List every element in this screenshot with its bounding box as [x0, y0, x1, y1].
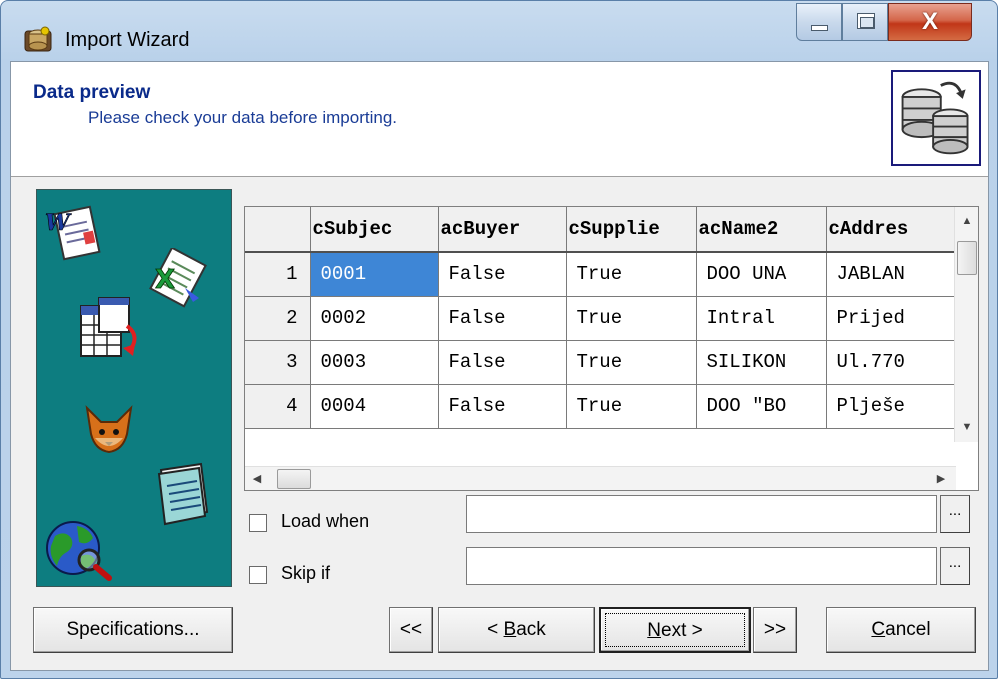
close-button[interactable]: X	[888, 3, 972, 41]
table-cell[interactable]: False	[438, 296, 567, 341]
column-header[interactable]: acBuyer	[438, 207, 567, 253]
back-label-prefix: <	[487, 619, 504, 640]
window-title: Import Wizard	[65, 29, 190, 51]
back-mnemonic: B	[503, 619, 517, 640]
column-header[interactable]: acName2	[696, 207, 827, 253]
table-cell[interactable]: Ul.770	[826, 340, 957, 385]
table-cell[interactable]: JABLAN	[826, 252, 957, 297]
row-number[interactable]: 2	[245, 296, 311, 341]
scroll-up-icon[interactable]: ▲	[955, 215, 978, 227]
scroll-right-icon[interactable]: ▶	[933, 472, 949, 485]
table-cell[interactable]: True	[566, 340, 697, 385]
title-bar[interactable]: Import Wizard X	[1, 1, 997, 61]
table-cell[interactable]: False	[438, 384, 567, 429]
row-number[interactable]: 4	[245, 384, 311, 429]
minimize-icon	[811, 25, 828, 31]
table-row: 1 0001 False True DOO UNA JABLAN	[245, 252, 957, 297]
column-header[interactable]: cAddres	[826, 207, 957, 253]
table-cell[interactable]: 0002	[310, 296, 439, 341]
table-cell[interactable]: 0003	[310, 340, 439, 385]
table-cell[interactable]: DOO "BO	[696, 384, 827, 429]
word-document-icon: W	[45, 205, 101, 261]
load-when-label: Load when	[281, 511, 370, 531]
vertical-scroll-thumb[interactable]	[957, 241, 977, 275]
notepad-icon	[157, 462, 209, 526]
foxpro-icon	[85, 405, 133, 454]
skip-if-label: Skip if	[281, 563, 331, 583]
last-page-button[interactable]: >>	[753, 607, 797, 653]
next-button[interactable]: Next >	[599, 607, 751, 653]
scroll-down-icon[interactable]: ▼	[955, 421, 978, 433]
scroll-left-icon[interactable]: ◀	[249, 472, 265, 485]
globe-search-icon	[46, 521, 112, 581]
header-row: cSubjec acBuyer cSupplie acName2 cAddres	[245, 207, 957, 253]
table-cell[interactable]: Plješe	[826, 384, 957, 429]
skip-if-field[interactable]	[466, 547, 937, 585]
table-cell[interactable]: SILIKON	[696, 340, 827, 385]
cancel-button[interactable]: Cancel	[826, 607, 976, 653]
load-when-checkbox[interactable]	[249, 514, 267, 532]
table-cell[interactable]: True	[566, 252, 697, 297]
maximize-icon	[857, 13, 875, 29]
back-label-rest: ack	[516, 619, 546, 640]
load-when-browse-button[interactable]: ...	[940, 495, 970, 533]
cancel-label-rest: ancel	[885, 619, 931, 640]
horizontal-scroll-thumb[interactable]	[277, 469, 311, 489]
database-wizard-icon	[24, 26, 52, 52]
table-cell[interactable]: False	[438, 340, 567, 385]
row-number[interactable]: 3	[245, 340, 311, 385]
skip-if-checkbox[interactable]	[249, 566, 267, 584]
page-title: Data preview	[33, 82, 151, 103]
column-header[interactable]: cSupplie	[566, 207, 697, 253]
table-row: 3 0003 False True SILIKON Ul.770	[245, 340, 957, 385]
first-page-button[interactable]: <<	[389, 607, 433, 653]
maximize-button[interactable]	[842, 3, 888, 41]
table-cell[interactable]: Prijed	[826, 296, 957, 341]
close-icon: X	[921, 8, 938, 35]
table-link-icon	[80, 297, 137, 357]
database-transfer-icon	[891, 70, 981, 166]
table-cell[interactable]: 0004	[310, 384, 439, 429]
data-table: cSubjec acBuyer cSupplie acName2 cAddres…	[245, 207, 957, 429]
table-cell[interactable]: 0001	[310, 252, 439, 297]
svg-text:X: X	[155, 265, 175, 295]
table-row: 4 0004 False True DOO "BO Plješe	[245, 384, 957, 429]
specifications-button[interactable]: Specifications...	[33, 607, 233, 653]
table-cell[interactable]: False	[438, 252, 567, 297]
window-frame: Import Wizard X Data preview Please chec…	[0, 0, 998, 679]
horizontal-scrollbar[interactable]: ◀ ▶	[245, 466, 956, 490]
focus-rectangle	[605, 613, 745, 647]
page-subtitle: Please check your data before importing.	[88, 108, 398, 127]
data-preview-grid[interactable]: cSubjec acBuyer cSupplie acName2 cAddres…	[244, 206, 979, 491]
wizard-side-panel: W X	[36, 189, 232, 587]
row-number[interactable]: 1	[245, 252, 311, 297]
skip-if-browse-button[interactable]: ...	[940, 547, 970, 585]
table-cell[interactable]: True	[566, 384, 697, 429]
wizard-header: Data preview Please check your data befo…	[11, 62, 988, 177]
grid-corner[interactable]	[245, 207, 311, 253]
cancel-mnemonic: C	[871, 619, 886, 640]
load-when-field[interactable]	[466, 495, 937, 533]
back-button[interactable]: < Back	[438, 607, 595, 653]
excel-document-icon: X	[149, 248, 207, 308]
table-cell[interactable]: DOO UNA	[696, 252, 827, 297]
minimize-button[interactable]	[796, 3, 842, 41]
table-cell[interactable]: True	[566, 296, 697, 341]
table-row: 2 0002 False True Intral Prijed	[245, 296, 957, 341]
dialog-client: Data preview Please check your data befo…	[10, 61, 989, 671]
column-header[interactable]: cSubjec	[310, 207, 439, 253]
vertical-scrollbar[interactable]: ▲ ▼	[954, 207, 978, 442]
table-cell[interactable]: Intral	[696, 296, 827, 341]
svg-text:W: W	[45, 210, 72, 236]
